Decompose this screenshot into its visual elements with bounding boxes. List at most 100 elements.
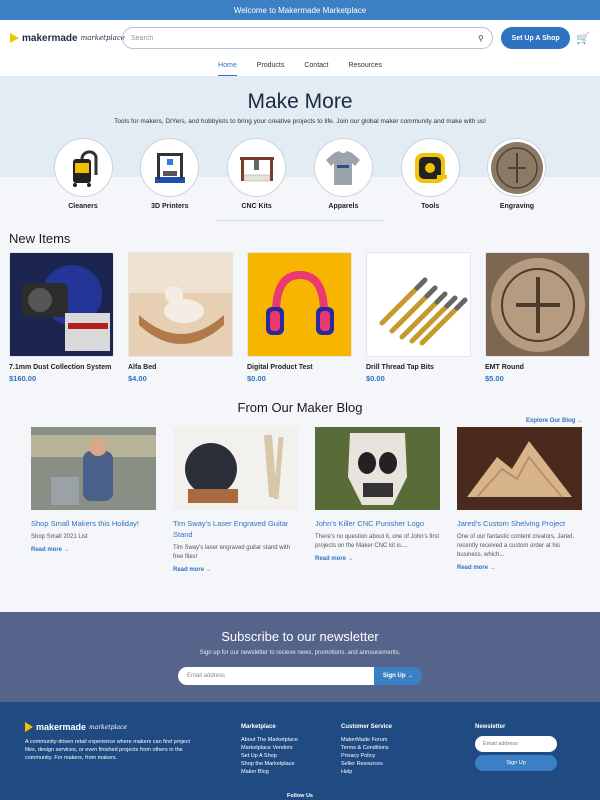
nav-products[interactable]: Products xyxy=(257,56,285,76)
footer-link[interactable]: Seller Resources xyxy=(341,760,392,768)
main-nav: Home Products Contact Resources xyxy=(0,56,600,76)
footer-logo[interactable]: makermade marketplace xyxy=(25,722,195,732)
newsletter-title: Subscribe to our newsletter xyxy=(221,629,379,644)
footer-customer-service: Customer Service MakerMade Forum Terms &… xyxy=(341,724,392,776)
search-placeholder: Search xyxy=(131,34,154,42)
footer-link[interactable]: Help xyxy=(341,768,392,776)
read-more-link[interactable]: Read more → xyxy=(457,565,582,571)
footer-link[interactable]: About The Marketplace xyxy=(241,736,298,744)
blog-post-image xyxy=(173,427,298,510)
site-logo[interactable]: makermade marketplace xyxy=(10,32,125,44)
blog-post-excerpt: Tim Sway's laser engraved guitar stand w… xyxy=(173,545,290,560)
blog-post-excerpt: One of our fantastic content creators, J… xyxy=(457,534,575,558)
category-apparels[interactable]: Apparels xyxy=(310,138,376,210)
blog-post-card[interactable]: Jared's Custom Shelving Project One of o… xyxy=(457,427,582,573)
section-divider xyxy=(215,220,385,221)
footer-link[interactable]: Set Up A Shop xyxy=(241,752,298,760)
product-image xyxy=(9,252,114,357)
product-name: Alfa Bed xyxy=(128,364,157,371)
tape-measure-image xyxy=(400,138,460,197)
product-card[interactable]: 7.1mm Dust Collection System $160.00 xyxy=(9,252,114,383)
site-footer: makermade marketplace A community-driven… xyxy=(0,702,600,800)
product-name: 7.1mm Dust Collection System xyxy=(9,364,112,371)
category-cnc-kits[interactable]: CNC Kits xyxy=(224,138,290,210)
welcome-text: Welcome to Makermade Marketplace xyxy=(233,5,367,15)
cnc-kit-image xyxy=(227,138,287,197)
product-card[interactable]: Alfa Bed $4.00 xyxy=(128,252,233,383)
explore-blog-link[interactable]: Explore Our Blog → xyxy=(0,418,600,424)
site-header: makermade marketplace Search ⚲ Set Up A … xyxy=(0,20,600,56)
nav-home[interactable]: Home xyxy=(218,56,237,76)
read-more-link[interactable]: Read more → xyxy=(173,567,298,573)
blog-post-title[interactable]: Jared's Custom Shelving Project xyxy=(457,518,582,529)
category-engraving[interactable]: Engraving xyxy=(484,138,550,210)
category-label: Apparels xyxy=(328,203,359,210)
footer-newsletter-title: Newsletter xyxy=(475,724,506,730)
follow-us-label: Follow Us xyxy=(287,793,313,799)
newsletter-email-input[interactable]: Email address xyxy=(178,667,374,685)
nav-resources[interactable]: Resources xyxy=(348,56,381,76)
blog-post-card[interactable]: Tim Sway's Laser Engraved Guitar Stand T… xyxy=(173,427,298,573)
product-price: $0.00 xyxy=(366,374,385,383)
footer-link[interactable]: Maker Blog xyxy=(241,768,298,776)
read-more-link[interactable]: Read more → xyxy=(315,556,440,562)
footer-marketplace: Marketplace About The Marketplace Market… xyxy=(241,724,298,776)
blog-post-title[interactable]: Tim Sway's Laser Engraved Guitar Stand xyxy=(173,518,298,540)
product-price: $160.00 xyxy=(9,374,37,383)
product-card[interactable]: Digital Product Test $0.00 xyxy=(247,252,352,383)
new-items-grid: 7.1mm Dust Collection System $160.00 Alf… xyxy=(0,252,600,383)
product-price: $0.00 xyxy=(247,374,266,383)
product-price: $4.00 xyxy=(128,374,147,383)
category-row: Cleaners 3D Printers CNC Kits Apparels T… xyxy=(0,138,600,210)
product-price: $5.00 xyxy=(485,374,504,383)
footer-signup-button[interactable]: Sign Up xyxy=(475,755,557,771)
newsletter-form: Email address Sign Up → xyxy=(0,667,600,685)
read-more-link[interactable]: Read more → xyxy=(31,547,156,553)
footer-link[interactable]: MakerMade Forum xyxy=(341,736,392,744)
welcome-bar: Welcome to Makermade Marketplace xyxy=(0,0,600,20)
category-cleaners[interactable]: Cleaners xyxy=(50,138,116,210)
newsletter-subtitle: Sign up for our newsletter to recieve ne… xyxy=(199,650,401,656)
nav-contact[interactable]: Contact xyxy=(304,56,328,76)
footer-link[interactable]: Terms & Conditions xyxy=(341,744,392,752)
footer-email-input[interactable]: Email address xyxy=(475,736,557,752)
footer-logo-wordmark: makermade xyxy=(36,722,87,732)
newsletter-signup-button[interactable]: Sign Up → xyxy=(374,667,422,685)
footer-link[interactable]: Privacy Policy xyxy=(341,752,392,760)
footer-newsletter: Newsletter Email address Sign Up xyxy=(475,724,557,771)
product-image xyxy=(485,252,590,357)
engraved-medallion-image xyxy=(487,138,547,197)
search-icon[interactable]: ⚲ xyxy=(478,34,484,43)
blog-post-card[interactable]: John's Killer CNC Punisher Logo There's … xyxy=(315,427,440,573)
footer-logo-script: marketplace xyxy=(89,723,128,731)
category-label: 3D Printers xyxy=(151,203,189,210)
logo-mark-icon xyxy=(10,33,19,43)
category-3d-printers[interactable]: 3D Printers xyxy=(137,138,203,210)
3d-printer-image xyxy=(140,138,200,197)
footer-link[interactable]: Marketplace Vendors xyxy=(241,744,298,752)
footer-link[interactable]: Shop the Marketplace xyxy=(241,760,298,768)
blog-posts: Shop Small Makers this Holiday! Shop Sma… xyxy=(0,427,600,573)
blog-post-image xyxy=(457,427,582,510)
blog-post-card[interactable]: Shop Small Makers this Holiday! Shop Sma… xyxy=(31,427,156,573)
blog-post-title[interactable]: Shop Small Makers this Holiday! xyxy=(31,518,156,529)
blog-post-image xyxy=(315,427,440,510)
product-card[interactable]: EMT Round $5.00 xyxy=(485,252,590,383)
logo-wordmark: makermade xyxy=(22,32,78,44)
tshirt-image xyxy=(313,138,373,197)
category-label: Tools xyxy=(421,203,440,210)
product-image xyxy=(128,252,233,357)
set-up-shop-button[interactable]: Set Up A Shop xyxy=(500,27,571,49)
product-card[interactable]: Drill Thread Tap Bits $0.00 xyxy=(366,252,471,383)
blog-post-excerpt: There's no question about it, one of Joh… xyxy=(315,534,440,549)
footer-about: makermade marketplace A community-driven… xyxy=(25,722,195,762)
category-tools[interactable]: Tools xyxy=(397,138,463,210)
search-input[interactable]: Search ⚲ xyxy=(122,27,493,49)
cart-icon[interactable]: 🛒 xyxy=(576,32,590,45)
category-label: CNC Kits xyxy=(241,203,272,210)
footer-marketplace-title: Marketplace xyxy=(241,724,276,730)
footer-about-text: A community-driven retail experience whe… xyxy=(25,739,191,761)
product-name: Drill Thread Tap Bits xyxy=(366,364,434,371)
category-label: Engraving xyxy=(499,203,535,210)
blog-post-title[interactable]: John's Killer CNC Punisher Logo xyxy=(315,518,440,529)
